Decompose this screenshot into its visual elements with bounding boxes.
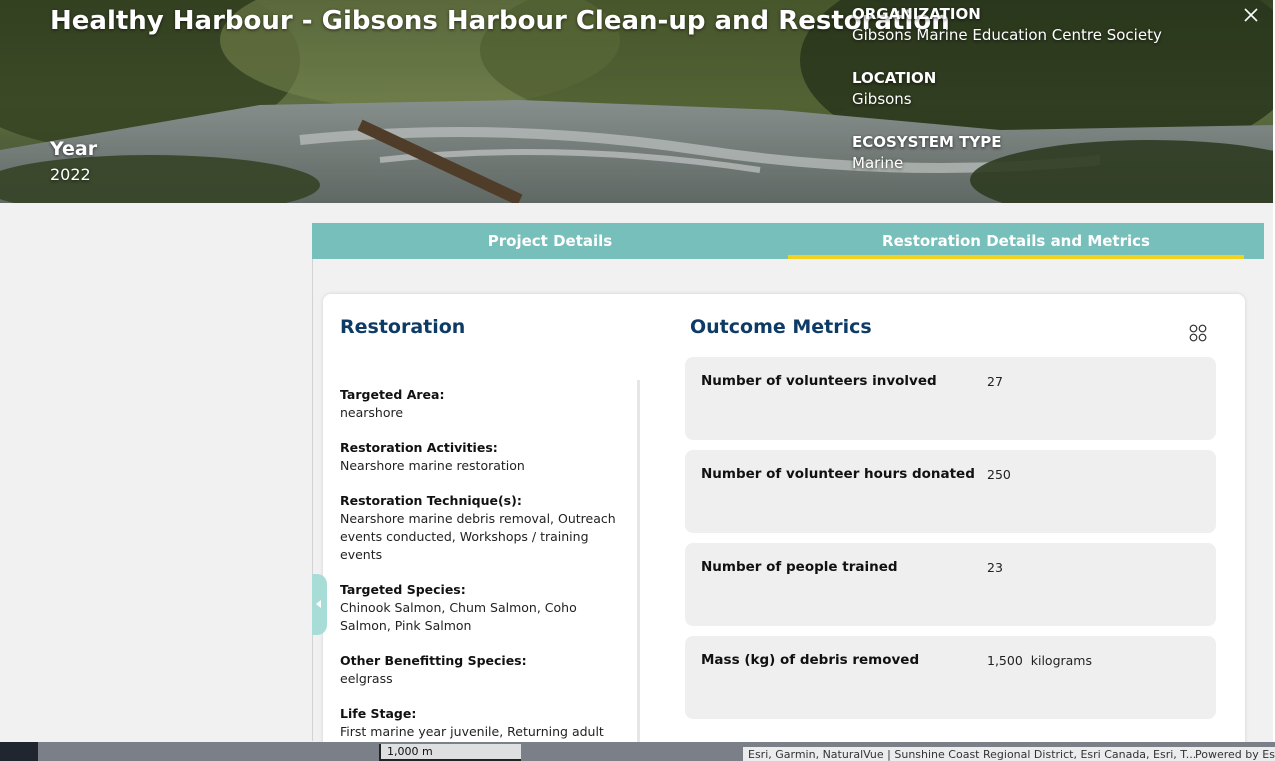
list-item: Restoration Activities: Nearshore marine… [340, 439, 625, 475]
header-banner: Healthy Harbour - Gibsons Harbour Clean-… [0, 0, 1275, 203]
outcome-metrics-heading: Outcome Metrics [690, 316, 872, 338]
grid-icon[interactable] [1189, 324, 1207, 342]
metric-label: Number of volunteers involved [701, 373, 937, 389]
restoration-techniques-value: Nearshore marine debris removal, Outreac… [340, 511, 616, 562]
location-value: Gibsons [852, 90, 912, 108]
panel-border [312, 259, 313, 741]
tab-project-details[interactable]: Project Details [312, 223, 788, 259]
metric-card-volunteer-hours: Number of volunteer hours donated 250 [685, 450, 1216, 533]
list-item: Life Stage: First marine year juvenile, … [340, 705, 625, 741]
map-scale-bar: 1,000 m [379, 744, 521, 761]
location-label: LOCATION [852, 69, 937, 87]
metric-value: 23 [987, 560, 1003, 575]
list-item: Restoration Technique(s): Nearshore mari… [340, 492, 625, 564]
year-value: 2022 [50, 165, 91, 184]
scrollbar[interactable] [637, 380, 640, 754]
metric-card-people-trained: Number of people trained 23 [685, 543, 1216, 626]
other-benefitting-species-value: eelgrass [340, 671, 393, 686]
scale-label: 1,000 m [387, 745, 433, 758]
powered-by-link[interactable]: Powered by Es [1195, 748, 1275, 761]
life-stage-value: First marine year juvenile, Returning ad… [340, 724, 604, 739]
collapse-panel-handle[interactable] [312, 574, 327, 635]
restoration-activities-label: Restoration Activities: [340, 440, 498, 455]
metric-value: 250 [987, 467, 1011, 482]
life-stage-label: Life Stage: [340, 706, 417, 721]
metric-label: Mass (kg) of debris removed [701, 652, 920, 668]
metric-label: Number of volunteer hours donated [701, 466, 975, 482]
ecosystem-type-label: ECOSYSTEM TYPE [852, 133, 1002, 151]
year-label: Year [50, 138, 98, 160]
list-item: Targeted Area: nearshore [340, 386, 625, 422]
targeted-area-label: Targeted Area: [340, 387, 445, 402]
organization-label: ORGANIZATION [852, 5, 981, 23]
map-attribution[interactable]: Esri, Garmin, NaturalVue | Sunshine Coas… [743, 747, 1275, 761]
metric-value: 27 [987, 374, 1003, 389]
metric-card-volunteers: Number of volunteers involved 27 [685, 357, 1216, 440]
ecosystem-type-field: ECOSYSTEM TYPE Marine [852, 133, 1001, 172]
restoration-activities-value: Nearshore marine restoration [340, 458, 525, 473]
restoration-techniques-label: Restoration Technique(s): [340, 493, 522, 508]
map-dark-area [0, 742, 38, 761]
other-benefitting-species-label: Other Benefitting Species: [340, 653, 527, 668]
attribution-text: Esri, Garmin, NaturalVue | Sunshine Coas… [748, 748, 1197, 761]
targeted-species-value: Chinook Salmon, Chum Salmon, Coho Salmon… [340, 600, 577, 633]
list-item: Other Benefitting Species: eelgrass [340, 652, 625, 688]
metric-value: 1,500 kilograms [987, 653, 1092, 668]
tab-restoration-details-and-metrics[interactable]: Restoration Details and Metrics [788, 223, 1244, 259]
restoration-heading: Restoration [340, 316, 466, 338]
close-icon[interactable] [1244, 8, 1262, 26]
tab-bar: Project Details Restoration Details and … [312, 223, 1264, 259]
list-item: Targeted Species: Chinook Salmon, Chum S… [340, 581, 625, 635]
metric-label: Number of people trained [701, 559, 898, 575]
location-field: LOCATION Gibsons [852, 69, 936, 108]
details-card: Restoration Outcome Metrics Targeted Are… [323, 294, 1245, 754]
targeted-area-value: nearshore [340, 405, 404, 420]
ecosystem-type-value: Marine [852, 154, 904, 172]
targeted-species-label: Targeted Species: [340, 582, 466, 597]
restoration-details-list: Targeted Area: nearshore Restoration Act… [340, 386, 625, 758]
metric-card-debris-mass: Mass (kg) of debris removed 1,500 kilogr… [685, 636, 1216, 719]
organization-field: ORGANIZATION Gibsons Marine Education Ce… [852, 5, 1162, 44]
organization-value: Gibsons Marine Education Centre Society [852, 26, 1162, 44]
project-title: Healthy Harbour - Gibsons Harbour Clean-… [50, 6, 950, 36]
